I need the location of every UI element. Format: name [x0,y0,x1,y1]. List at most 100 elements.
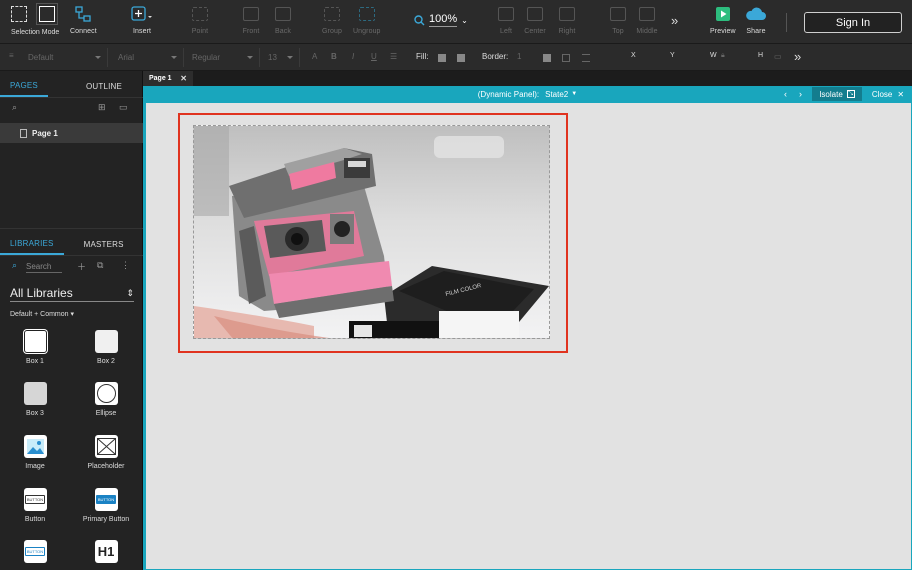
prev-state-icon[interactable]: ‹ [784,89,787,99]
group-button[interactable]: Group [321,4,343,40]
sign-in-button[interactable]: Sign In [804,12,902,33]
more-tools-button[interactable]: » [671,13,678,28]
widget-label: Box 2 [97,358,115,365]
tab-pages[interactable]: PAGES [0,75,48,97]
align-right-button[interactable]: Right [556,4,578,40]
widget-heading-1[interactable]: H1 [78,540,134,568]
folder-icon[interactable]: ▭ [119,102,128,113]
align-top-button[interactable]: Top [607,4,629,40]
connect-label: Connect [70,28,97,35]
dynamic-panel-bar: (Dynamic Panel): State2 ▼ [143,86,912,102]
dynamic-panel-editor: (Dynamic Panel): State2 ▼ ‹ › Isolate ⤡ … [143,86,912,570]
rotate-icon[interactable]: ▭ [774,52,782,61]
border-width-value[interactable]: 1 [517,52,521,61]
next-state-icon[interactable]: › [799,89,802,99]
tab-masters[interactable]: MASTERS [74,233,134,255]
widget-placeholder[interactable]: Placeholder [78,435,134,470]
font-dropdown[interactable]: Arial [110,48,184,67]
selected-widget-outline[interactable]: FILM COLOR [178,113,568,353]
share-button[interactable]: Share [745,4,767,40]
box-icon [23,330,47,353]
more-format-button[interactable]: » [794,49,801,64]
library-copy-icon[interactable]: ⧉ [97,260,103,271]
y-label: Y [670,52,675,59]
all-libraries-select[interactable]: All Libraries ⇕ [10,285,134,302]
selection-mode-label: Selection Mode [11,29,60,36]
widget-primary-button[interactable]: BUTTON Primary Button [78,488,134,523]
tab-outline[interactable]: OUTLINE [76,75,132,97]
widget-label: Placeholder [87,463,125,470]
heading-icon-text: H1 [97,544,115,559]
page-item-page-1[interactable]: Page 1 [0,123,143,143]
border-style-icon[interactable] [562,54,570,62]
underline-icon[interactable]: U [371,52,377,61]
add-library-icon[interactable]: ＋ [77,260,86,273]
font-weight-dropdown[interactable]: Regular [184,48,260,67]
library-filter-dropdown[interactable]: Default + Common ▾ [10,310,74,318]
insert-button[interactable]: Insert [131,4,153,40]
widget-box-3[interactable]: Box 3 [7,382,63,417]
widget-image[interactable]: Image [7,435,63,470]
library-search-input[interactable] [26,261,62,273]
zoom-value: 100% [429,13,458,27]
align-middle-button[interactable]: Middle [636,4,658,40]
button-icon-text: BUTTON [24,495,46,504]
widget-button[interactable]: BUTTON Button [7,488,63,523]
bold-icon[interactable]: B [331,52,337,61]
play-icon [712,4,734,24]
close-panel-button[interactable]: Close ✕ [867,87,909,101]
align-right-icon [559,7,575,21]
style-dropdown[interactable]: Default [20,48,108,67]
widget-box-1[interactable]: Box 1 [7,330,63,365]
bring-front-icon [243,7,259,21]
font-color-icon[interactable]: A [312,52,317,61]
border-lines-icon[interactable] [582,54,590,62]
divider [0,97,143,98]
widget-ellipse[interactable]: Ellipse [78,382,134,417]
ungroup-button[interactable]: Ungroup [353,4,381,40]
tab-page-1[interactable]: Page 1 ✕ [143,71,193,86]
close-icon[interactable]: ✕ [180,74,187,83]
align-top-icon [610,7,626,21]
design-canvas[interactable]: FILM COLOR [146,103,911,569]
lock-icon[interactable]: 🔒︎ [721,52,725,60]
fill-color-swatch[interactable] [438,54,446,62]
search-icon[interactable]: ⌕ [12,102,17,113]
isolate-button[interactable]: Isolate ⤡ [812,87,862,101]
add-page-icon[interactable]: ⊞ [98,102,106,113]
pages-tabs: PAGES OUTLINE [0,75,143,97]
align-right-label: Right [558,28,576,35]
fill-gradient-swatch[interactable] [457,54,465,62]
heading-icon: H1 [94,540,118,563]
border-color-swatch[interactable] [543,54,551,62]
point-button[interactable]: Point [189,4,211,40]
back-button[interactable]: Back [272,4,294,40]
camera-photo-image[interactable]: FILM COLOR [193,125,550,339]
x-label: X [631,52,636,59]
align-center-button[interactable]: Center [524,4,546,40]
more-options-icon[interactable]: ⋮ [121,260,130,271]
group-icon [324,7,340,21]
document-tab-bar: Page 1 ✕ [143,71,912,86]
list-icon[interactable]: ☰ [390,52,397,61]
widget-link-button[interactable]: BUTTON [7,540,63,568]
align-left-button[interactable]: Left [495,4,517,40]
preview-button[interactable]: Preview [710,4,736,40]
zoom-dropdown[interactable]: 100% ⌄ [414,13,468,27]
tab-libraries[interactable]: LIBRARIES [0,233,64,255]
divider [0,255,143,256]
chevron-down-icon: ⌄ [461,15,468,25]
insert-label: Insert [132,28,152,35]
close-icon: ✕ [897,89,905,99]
widget-box-2[interactable]: Box 2 [78,330,134,365]
front-button[interactable]: Front [240,4,262,40]
italic-icon[interactable]: I [352,52,354,61]
chevron-updown-icon: ⇕ [126,287,134,298]
state-dropdown[interactable]: State2 ▼ [545,90,577,99]
format-bar: ≡ Default Arial Regular 13 A B I U ☰ Fil… [0,44,912,71]
connect-button[interactable]: Connect [70,4,97,40]
link-button-icon-text: BUTTON [24,547,46,556]
app-window: Selection Mode Connect Insert Point Fron… [0,0,912,570]
align-middle-icon [639,7,655,21]
font-size-dropdown[interactable]: 13 [260,48,300,67]
